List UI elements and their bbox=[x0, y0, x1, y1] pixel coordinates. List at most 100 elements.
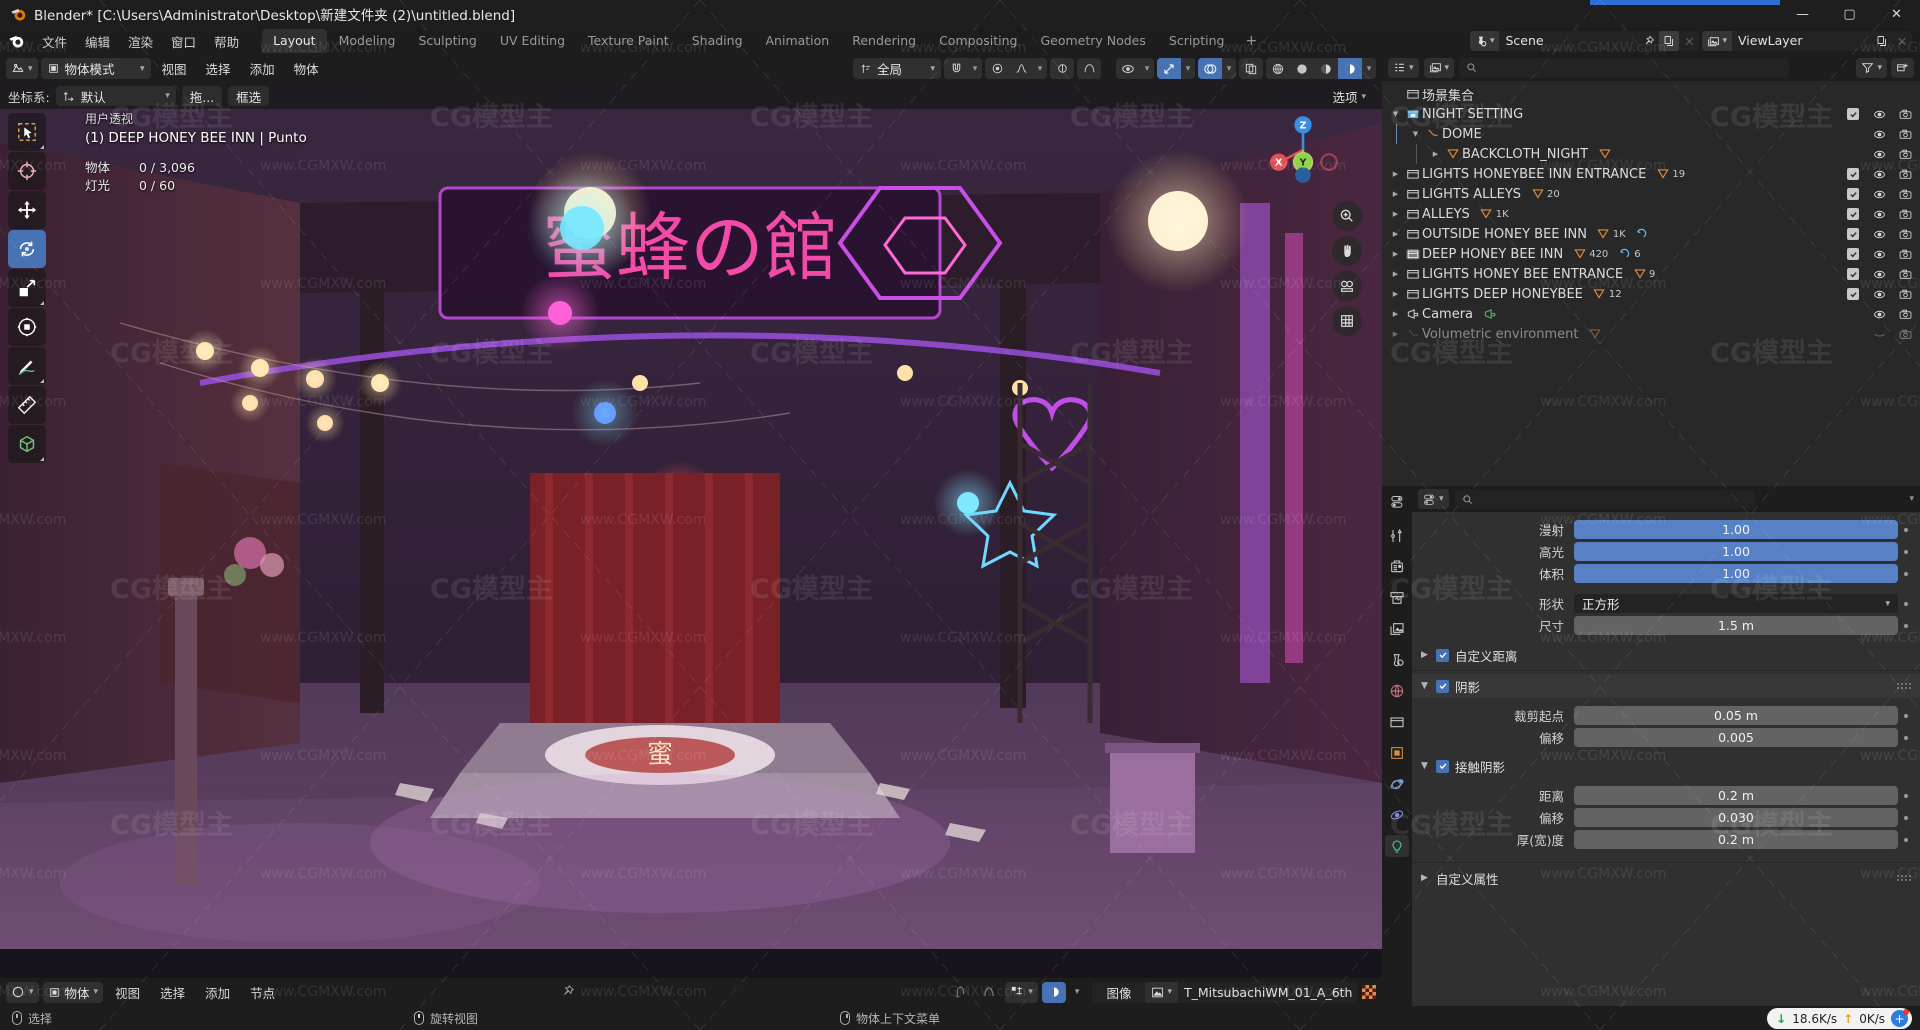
tab-compositing[interactable]: Compositing bbox=[928, 29, 1028, 53]
tab-modeling[interactable]: Modeling bbox=[328, 29, 407, 53]
disable-in-renders-camera-icon[interactable] bbox=[1898, 168, 1912, 181]
tab-texture-paint[interactable]: Texture Paint bbox=[577, 29, 680, 53]
disclosure-triangle-open-icon[interactable]: ▼ bbox=[1421, 681, 1430, 691]
menu-add[interactable]: 添加 bbox=[242, 58, 283, 79]
hide-in-viewport-eye-icon[interactable] bbox=[1872, 228, 1886, 241]
properties-editor-type-button[interactable] bbox=[1385, 490, 1409, 512]
disable-in-renders-camera-icon[interactable] bbox=[1898, 308, 1912, 321]
scene-name[interactable]: Scene bbox=[1499, 31, 1639, 51]
scene-selector[interactable]: ▾ Scene ✕ bbox=[1469, 31, 1700, 51]
shadow-bias-field[interactable]: 0.005 bbox=[1574, 728, 1898, 747]
delete-viewlayer-icon[interactable]: ✕ bbox=[1892, 31, 1912, 51]
outliner-filter-button[interactable]: ▾ bbox=[1856, 57, 1887, 78]
outliner-item-badge[interactable]: 20 bbox=[1530, 187, 1560, 201]
disclosure-triangle-closed-icon[interactable]: ▶ bbox=[1421, 650, 1430, 660]
disclosure-triangle-closed-icon[interactable]: ▶ bbox=[1388, 170, 1403, 178]
tool-variants-corner[interactable] bbox=[40, 145, 44, 149]
animate-property-dot[interactable] bbox=[1898, 527, 1914, 532]
properties-tab-collection[interactable] bbox=[1385, 711, 1409, 733]
disclosure-triangle-closed-icon[interactable]: ▶ bbox=[1428, 150, 1443, 158]
tab-geometry-nodes[interactable]: Geometry Nodes bbox=[1029, 29, 1156, 53]
tab-sculpting[interactable]: Sculpting bbox=[407, 29, 487, 53]
properties-tab-render[interactable] bbox=[1385, 556, 1409, 578]
curve-icon[interactable] bbox=[1077, 58, 1101, 79]
bottom-editor-type-button[interactable]: ▾ bbox=[6, 981, 39, 1003]
properties-tab-viewlayer[interactable] bbox=[1385, 618, 1409, 640]
exclude-checkbox[interactable] bbox=[1846, 248, 1860, 260]
outliner-display-mode-select[interactable]: ▾ bbox=[1423, 57, 1455, 78]
rendered-shading-icon[interactable] bbox=[1338, 58, 1362, 79]
outliner-row[interactable]: ▶ ALLEYS 1K bbox=[1382, 204, 1920, 224]
bottom-menu-view[interactable]: 视图 bbox=[107, 983, 148, 1002]
hide-in-viewport-eye-icon[interactable] bbox=[1872, 288, 1886, 301]
panel-shadow[interactable]: ▼ 阴影 bbox=[1412, 674, 1920, 698]
coord-system-select[interactable]: 默认 ▾ bbox=[55, 86, 176, 106]
panel-custom-properties[interactable]: ▶ 自定义属性 bbox=[1412, 866, 1920, 890]
exclude-checkbox[interactable] bbox=[1846, 268, 1860, 280]
shadow-checkbox[interactable] bbox=[1436, 679, 1449, 693]
panel-drag-grip[interactable] bbox=[1897, 683, 1911, 689]
pan-button[interactable] bbox=[1332, 236, 1362, 266]
falloff-chevron-icon[interactable]: ▾ bbox=[1033, 58, 1047, 79]
3d-viewport[interactable]: 蜜蜂の館 蜜 坐标系: 默认 ▾ 拖... 框选 用户透视 (1) DEEP H… bbox=[0, 83, 1382, 978]
properties-tab-output[interactable] bbox=[1385, 587, 1409, 609]
disclosure-triangle-closed-icon[interactable]: ▶ bbox=[1388, 230, 1403, 238]
hide-in-viewport-eye-icon[interactable] bbox=[1872, 128, 1886, 141]
tool-move[interactable] bbox=[8, 191, 46, 229]
tab-shading[interactable]: Shading bbox=[681, 29, 754, 53]
outliner-tree[interactable]: 场景集合 ▼ NIGHT SETTING ▼ DOME ▶ BACKCLOTH_NIGHT… bbox=[1382, 81, 1920, 486]
snap-options-chevron-icon[interactable]: ▾ bbox=[968, 58, 982, 79]
shape-dropdown[interactable]: 正方形 ▾ bbox=[1574, 594, 1898, 613]
animate-property-dot[interactable] bbox=[1898, 713, 1914, 718]
size-value-field[interactable]: 1.5 m bbox=[1574, 616, 1898, 635]
image-name[interactable]: T_MitsubachiWM_01_A_6th bbox=[1178, 985, 1358, 1000]
animate-property-dot[interactable] bbox=[1898, 623, 1914, 628]
outliner-row[interactable]: ▶ LIGHTS DEEP HONEYBEE 12 bbox=[1382, 284, 1920, 304]
network-speed-widget[interactable]: ↓ 18.6K/s ↑ 0K/s + bbox=[1767, 1008, 1912, 1029]
disclosure-triangle-closed-icon[interactable]: ▶ bbox=[1388, 250, 1403, 258]
properties-editor-type-icon[interactable]: ▾ bbox=[1418, 489, 1449, 509]
outliner-item-badge[interactable]: 12 bbox=[1592, 287, 1622, 301]
pin-id-icon[interactable] bbox=[561, 984, 575, 1001]
tool-variants-corner[interactable] bbox=[40, 457, 44, 461]
exclude-checkbox[interactable] bbox=[1846, 288, 1860, 300]
node-overlay-icon[interactable] bbox=[977, 982, 1001, 1003]
overlays-chevron-icon[interactable]: ▾ bbox=[1222, 58, 1236, 79]
contact-bias-field[interactable]: 0.030 bbox=[1574, 808, 1898, 827]
outliner-row-scene-collection[interactable]: 场景集合 bbox=[1382, 84, 1920, 104]
viewlayer-browse-icon[interactable]: ▾ bbox=[1702, 31, 1732, 51]
hide-in-viewport-eye-icon[interactable] bbox=[1872, 208, 1886, 221]
snap-magnet-icon[interactable] bbox=[944, 58, 968, 79]
scene-browse-icon[interactable]: ▾ bbox=[1469, 31, 1500, 51]
animate-property-dot[interactable] bbox=[1898, 735, 1914, 740]
drag-select-button[interactable]: 拖... bbox=[181, 86, 223, 106]
tab-layout[interactable]: Layout bbox=[262, 29, 327, 53]
camera-view-button[interactable] bbox=[1332, 271, 1362, 301]
animate-property-dot[interactable] bbox=[1898, 837, 1914, 842]
disable-in-renders-camera-icon[interactable] bbox=[1898, 108, 1912, 121]
tool-scale[interactable] bbox=[8, 269, 46, 307]
toggle-ortho-button[interactable] bbox=[1332, 306, 1362, 336]
box-select-button[interactable]: 框选 bbox=[228, 86, 270, 106]
properties-tab-object[interactable] bbox=[1385, 742, 1409, 764]
hide-in-viewport-eye-icon[interactable] bbox=[1872, 308, 1886, 321]
new-viewlayer-icon[interactable] bbox=[1872, 31, 1892, 51]
outliner-row[interactable]: ▼ NIGHT SETTING bbox=[1382, 104, 1920, 124]
panel-custom-distance[interactable]: ▶ 自定义距离 bbox=[1412, 643, 1920, 667]
disclosure-triangle-closed-icon[interactable]: ▶ bbox=[1421, 873, 1430, 883]
specular-slider[interactable]: 1.00 bbox=[1574, 542, 1898, 561]
outliner-row[interactable]: ▶ LIGHTS HONEYBEE INN ENTRANCE 19 bbox=[1382, 164, 1920, 184]
outliner-item-badge[interactable] bbox=[1482, 307, 1497, 321]
volume-slider[interactable]: 1.00 bbox=[1574, 564, 1898, 583]
menu-file[interactable]: 文件 bbox=[33, 29, 76, 54]
menu-render[interactable]: 渲染 bbox=[119, 29, 162, 54]
menu-edit[interactable]: 编辑 bbox=[76, 29, 119, 54]
menu-help[interactable]: 帮助 bbox=[205, 29, 248, 54]
animate-property-dot[interactable] bbox=[1898, 571, 1914, 576]
outliner-row[interactable]: ▶ LIGHTS HONEY BEE ENTRANCE 9 bbox=[1382, 264, 1920, 284]
animate-property-dot[interactable] bbox=[1898, 815, 1914, 820]
tool-rotate[interactable] bbox=[8, 230, 46, 268]
bottom-menu-select[interactable]: 选择 bbox=[152, 983, 193, 1002]
new-collection-button[interactable] bbox=[1891, 57, 1914, 78]
tab-scripting[interactable]: Scripting bbox=[1158, 29, 1236, 53]
